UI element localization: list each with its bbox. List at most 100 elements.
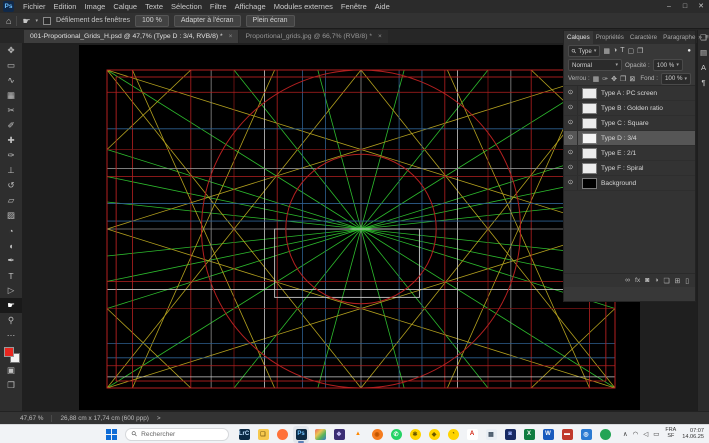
panel-tab-paragraphe[interactable]: Paragraphe	[660, 31, 698, 44]
taskbar-app-vlc[interactable]: ▲	[350, 426, 366, 443]
home-icon[interactable]: ⌂	[6, 13, 11, 29]
gradient-tool[interactable]: ▨	[0, 208, 22, 223]
zoom-level-field[interactable]: 47,67 %	[20, 415, 52, 422]
menu-s-lection[interactable]: Sélection	[167, 0, 206, 13]
toolbar-ellipsis[interactable]: ⋯	[0, 328, 22, 343]
color-swatches[interactable]	[0, 345, 22, 363]
start-button[interactable]	[104, 427, 118, 441]
layer-mask-icon[interactable]: ◙	[645, 277, 649, 284]
dock-paragraph-icon[interactable]: ¶	[701, 78, 705, 87]
hand-tool-icon[interactable]: ☛	[22, 13, 30, 29]
layer-visibility-eye-icon[interactable]: ⊙	[564, 131, 578, 145]
panel-tab-propri-t-s[interactable]: Propriétés	[593, 31, 627, 44]
menu-filtre[interactable]: Filtre	[206, 0, 231, 13]
taskbar-app-green-app[interactable]	[597, 426, 613, 443]
panel-menu-icon[interactable]: ≡	[705, 34, 709, 41]
taskbar-app-file-explorer[interactable]: ❏	[255, 426, 271, 443]
tab-close-icon[interactable]: ×	[378, 33, 382, 40]
taskbar-app-photos[interactable]	[312, 426, 328, 443]
scroll-all-windows-checkbox[interactable]	[43, 17, 51, 25]
hand-tool[interactable]: ☛	[0, 298, 22, 313]
move-tool[interactable]: ✥	[0, 43, 22, 58]
quick-mask-icon[interactable]: ▣	[0, 363, 22, 378]
layer-visibility-eye-icon[interactable]: ⊙	[564, 86, 578, 100]
blur-tool[interactable]: ◔	[0, 223, 22, 238]
pen-tool[interactable]: ✒	[0, 253, 22, 268]
taskbar-app-lightroom-classic[interactable]: LrC	[236, 426, 252, 443]
crop-tool[interactable]: ✂	[0, 103, 22, 118]
clock[interactable]: 07:0714.06.25	[682, 428, 704, 441]
taskbar-app-orange-swirl-app[interactable]: ◉	[369, 426, 385, 443]
menu-texte[interactable]: Texte	[141, 0, 167, 13]
volume-icon[interactable]: ◁	[643, 430, 648, 438]
layer-visibility-eye-icon[interactable]: ⊙	[564, 116, 578, 130]
blend-mode-dropdown[interactable]: Normal▾	[568, 59, 622, 71]
wifi-icon[interactable]: ◠	[633, 430, 639, 438]
history-brush-tool[interactable]: ↺	[0, 178, 22, 193]
menu-fichier[interactable]: Fichier	[19, 0, 50, 13]
filter-type-icon[interactable]: T	[620, 47, 624, 55]
menu-image[interactable]: Image	[80, 0, 109, 13]
lock-transparency-icon[interactable]: ▦	[593, 75, 600, 83]
panel-tab-caract-re[interactable]: Caractère	[627, 31, 660, 44]
layer-row-type-a-pc-screen[interactable]: ⊙Type A : PC screen	[564, 86, 695, 101]
link-layers-icon[interactable]: ∞	[625, 277, 630, 284]
minimize-button[interactable]: –	[661, 0, 677, 13]
document-tab-1[interactable]: 001-Proportional_Grids_H.psd @ 47,7% (Ty…	[24, 30, 238, 43]
lasso-tool[interactable]: ∿	[0, 73, 22, 88]
layer-row-type-f-spiral[interactable]: ⊙Type F : Spiral	[564, 161, 695, 176]
lock-artboard-icon[interactable]: ❐	[620, 75, 626, 83]
dodge-tool[interactable]: ◖	[0, 238, 22, 253]
dock-libraries-icon[interactable]: ▤	[700, 48, 707, 57]
lock-pixels-icon[interactable]: ✑	[602, 75, 608, 83]
panel-tab-calques[interactable]: Calques	[564, 31, 593, 44]
marquee-tool[interactable]: ▭	[0, 58, 22, 73]
taskbar-app-yellow-app-1[interactable]: ✱	[407, 426, 423, 443]
layer-row-background[interactable]: ⊙Background	[564, 176, 695, 191]
tray-expand-icon[interactable]: ∧	[623, 430, 628, 438]
opacity-value[interactable]: 100 %▾	[653, 59, 683, 71]
full-screen-button[interactable]: Plein écran	[246, 15, 295, 27]
object-selection-tool[interactable]: ▦	[0, 88, 22, 103]
document-canvas[interactable]	[79, 45, 640, 410]
filter-shape-icon[interactable]: ▢	[627, 47, 634, 55]
screen-mode-icon[interactable]: ❐	[0, 378, 22, 393]
filter-adjustment-icon[interactable]: ◑	[613, 47, 617, 55]
chevron-down-icon[interactable]: ▾	[36, 18, 39, 24]
layer-visibility-eye-icon[interactable]: ⊙	[564, 146, 578, 160]
layer-visibility-eye-icon[interactable]: ⊙	[564, 161, 578, 175]
fill-value[interactable]: 100 %▾	[661, 73, 691, 85]
taskbar-app-blue-settings-app[interactable]: ◎	[578, 426, 594, 443]
foreground-color-swatch[interactable]	[4, 347, 14, 357]
language-indicator[interactable]: FRASF	[665, 428, 676, 440]
menu-modules-externes[interactable]: Modules externes	[270, 0, 337, 13]
layer-style-icon[interactable]: fx	[635, 277, 640, 284]
new-group-icon[interactable]: ❏	[663, 277, 669, 285]
taskbar-app-firefox[interactable]	[274, 426, 290, 443]
delete-layer-icon[interactable]: ▯	[685, 277, 689, 285]
eyedropper-tool[interactable]: ✐	[0, 118, 22, 133]
eraser-tool[interactable]: ▱	[0, 193, 22, 208]
filter-pixel-icon[interactable]: ▦	[603, 47, 610, 55]
status-chevron-icon[interactable]: >	[157, 415, 161, 422]
filter-toggle[interactable]: ●	[687, 48, 691, 54]
maximize-button[interactable]: □	[677, 0, 693, 13]
collapse-panel-icon[interactable]: »	[698, 34, 702, 41]
layer-row-type-e-2-1[interactable]: ⊙Type E : 2/1	[564, 146, 695, 161]
healing-brush-tool[interactable]: ✚	[0, 133, 22, 148]
zoom-100-button[interactable]: 100 %	[135, 15, 169, 27]
taskbar-app-whatsapp[interactable]: ✆	[388, 426, 404, 443]
adjustment-layer-icon[interactable]: ◑	[654, 277, 658, 284]
layer-row-type-d-3-4[interactable]: ⊙Type D : 3/4	[564, 131, 695, 146]
taskbar-app-media-player[interactable]: ❖	[331, 426, 347, 443]
taskbar-app-acrobat[interactable]: A	[464, 426, 480, 443]
filter-smart-object-icon[interactable]: ❐	[637, 47, 643, 55]
menu-calque[interactable]: Calque	[109, 0, 141, 13]
menu-edition[interactable]: Edition	[50, 0, 81, 13]
taskbar-search[interactable]: ⚲ Rechercher	[125, 428, 229, 441]
close-button[interactable]: ✕	[693, 0, 709, 13]
taskbar-app-red-app[interactable]: ▬	[559, 426, 575, 443]
taskbar-app-navy-app[interactable]: ◙	[502, 426, 518, 443]
brush-tool[interactable]: ✑	[0, 148, 22, 163]
layer-visibility-eye-icon[interactable]: ⊙	[564, 101, 578, 115]
